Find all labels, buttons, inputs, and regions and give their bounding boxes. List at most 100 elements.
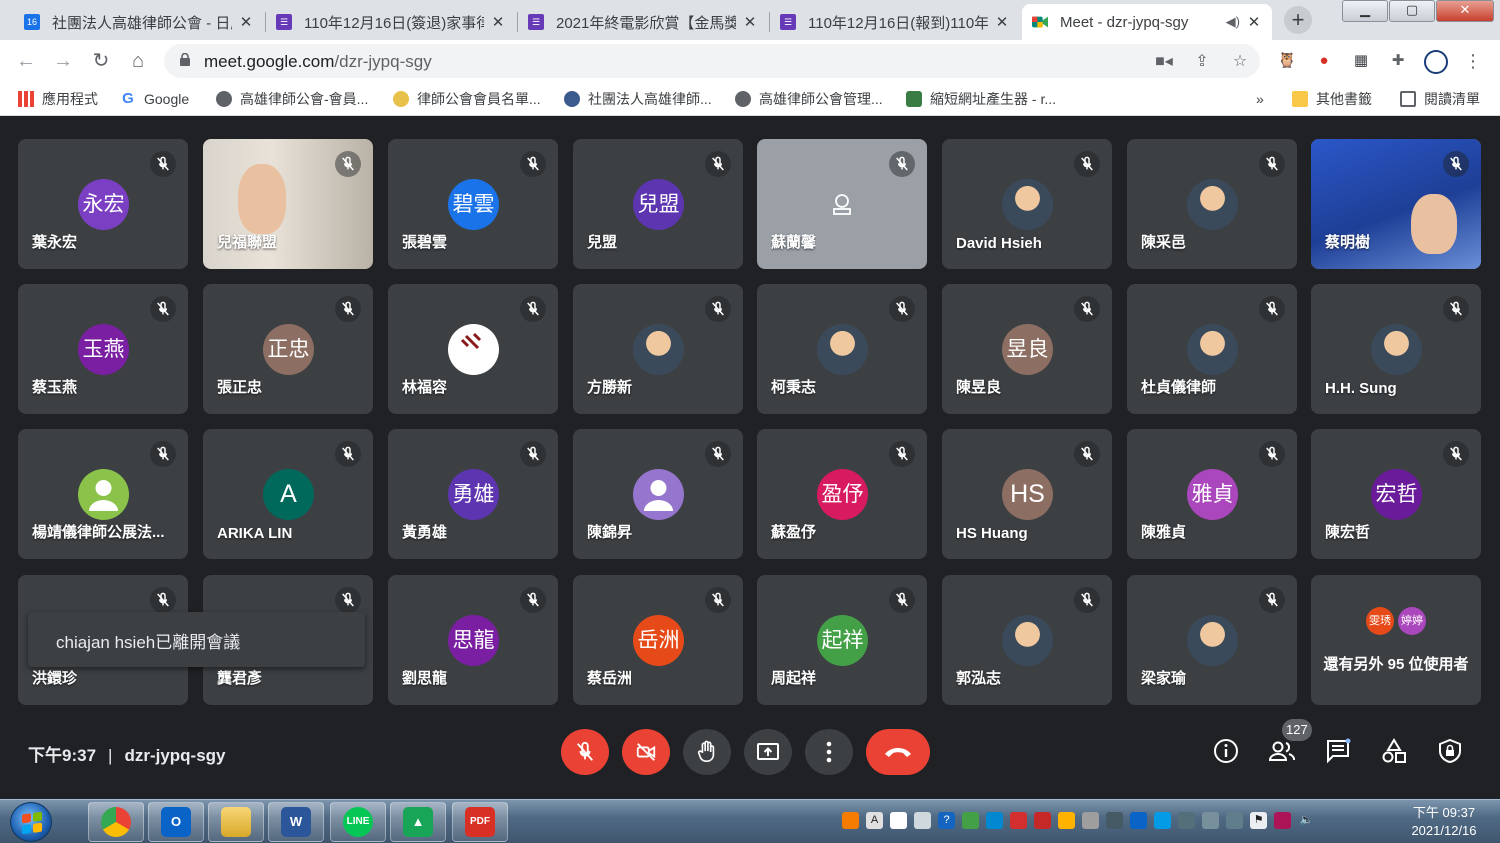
participant-tile[interactable]: HS HS Huang [942, 429, 1112, 559]
participant-tile[interactable]: 兒福聯盟 [203, 139, 373, 269]
taskbar-image-viewer[interactable]: ▲ [390, 802, 446, 842]
tray-icon[interactable] [1178, 812, 1195, 829]
tray-icon[interactable] [914, 812, 931, 829]
tray-icon[interactable] [1106, 812, 1123, 829]
browser-tab[interactable]: ☰ 110年12月16日(報到)110年 ✕ [770, 4, 1020, 40]
participant-tile[interactable]: 方勝新 [573, 284, 743, 414]
participant-tile[interactable]: 雅貞 陳雅貞 [1127, 429, 1297, 559]
system-clock[interactable]: 下午 09:37 2021/12/16 [1398, 804, 1490, 840]
grid-extension-icon[interactable]: ▦ [1350, 50, 1372, 72]
participant-tile[interactable]: 正忠 張正忠 [203, 284, 373, 414]
participant-tile[interactable]: 陳采邑 [1127, 139, 1297, 269]
bookmark-item[interactable]: 縮短網址產生器 - r... [906, 89, 1056, 109]
forward-icon[interactable]: → [51, 49, 75, 73]
reload-icon[interactable]: ↻ [89, 49, 113, 73]
participant-tile[interactable]: 蔡明樹 [1311, 139, 1481, 269]
taskbar-outlook[interactable]: O [148, 802, 204, 842]
browser-tab[interactable]: ☰ 110年12月16日(簽退)家事律 ✕ [266, 4, 516, 40]
maximize-button[interactable]: ▢ [1389, 0, 1435, 22]
mail-icon[interactable] [1058, 812, 1075, 829]
bookmark-star-icon[interactable]: ☆ [1230, 52, 1250, 72]
bookmark-item[interactable]: 高雄律師公會管理... [735, 89, 883, 109]
help-icon[interactable]: ? [938, 812, 955, 829]
more-vert-icon[interactable]: ⋮ [1462, 50, 1484, 72]
close-tab-icon[interactable]: ✕ [994, 13, 1010, 31]
close-tab-icon[interactable]: ✕ [1246, 13, 1262, 31]
participant-tile[interactable]: David Hsieh [942, 139, 1112, 269]
tray-icon[interactable] [1274, 812, 1291, 829]
leave-call-button[interactable] [866, 729, 930, 775]
participant-tile[interactable]: 宏哲 陳宏哲 [1311, 429, 1481, 559]
host-controls-button[interactable] [1432, 733, 1468, 769]
participant-tile[interactable]: 勇雄 黃勇雄 [388, 429, 558, 559]
tray-icon[interactable] [1202, 812, 1219, 829]
participant-tile[interactable]: 玉燕 蔡玉燕 [18, 284, 188, 414]
tray-icon[interactable] [842, 812, 859, 829]
raise-hand-button[interactable] [683, 729, 731, 775]
owl-extension-icon[interactable]: 🦉 [1276, 50, 1298, 72]
participant-tile[interactable]: 楊靖儀律師公展法... [18, 429, 188, 559]
participant-tile[interactable]: 起祥 周起祥 [757, 575, 927, 705]
participant-tile[interactable]: 蘇蘭馨 [757, 139, 927, 269]
taskbar-line[interactable]: LINE [330, 802, 386, 842]
home-icon[interactable]: ⌂ [126, 49, 150, 73]
browser-tab-active[interactable]: Meet - dzr-jypq-sgy ◀) ✕ [1022, 4, 1272, 40]
present-button[interactable] [744, 729, 792, 775]
participant-tile[interactable]: H.H. Sung [1311, 284, 1481, 414]
extensions-puzzle-icon[interactable]: ✚ [1387, 50, 1409, 72]
tray-icon[interactable] [1010, 812, 1027, 829]
outlook-tray-icon[interactable] [1130, 812, 1147, 829]
participant-tile[interactable]: A ARIKA LIN [203, 429, 373, 559]
tray-icon[interactable] [986, 812, 1003, 829]
participant-tile[interactable]: 林福容 [388, 284, 558, 414]
close-tab-icon[interactable]: ✕ [238, 13, 254, 31]
minimize-button[interactable]: ▁ [1342, 0, 1388, 22]
bookmark-item[interactable]: 高雄律師公會-會員... [216, 89, 368, 109]
close-window-button[interactable]: ✕ [1436, 0, 1494, 22]
participant-tile[interactable]: 郭泓志 [942, 575, 1112, 705]
participant-tile[interactable]: 柯秉志 [757, 284, 927, 414]
participant-tile[interactable]: 陳錦昇 [573, 429, 743, 559]
participant-tile[interactable]: 昱良 陳昱良 [942, 284, 1112, 414]
participant-tile[interactable]: 岳洲 蔡岳洲 [573, 575, 743, 705]
participant-tile[interactable]: 杜貞儀律師 [1127, 284, 1297, 414]
camera-off-button[interactable] [622, 729, 670, 775]
close-tab-icon[interactable]: ✕ [490, 13, 506, 31]
tray-icon[interactable] [1082, 812, 1099, 829]
tray-icon[interactable] [962, 812, 979, 829]
reading-list[interactable]: 閱讀清單 [1400, 89, 1480, 109]
browser-tab[interactable]: 16 社團法人高雄律師公會 - 日曆 ✕ [14, 4, 264, 40]
bookmark-apps[interactable]: 應用程式 [18, 89, 98, 109]
bookmark-item[interactable]: 社團法人高雄律師... [564, 89, 712, 109]
other-bookmarks[interactable]: 其他書籤 [1292, 89, 1372, 109]
meeting-info-button[interactable] [1208, 733, 1244, 769]
camera-in-use-icon[interactable]: ■◂ [1154, 52, 1174, 72]
apple-extension-icon[interactable]: ● [1313, 50, 1335, 72]
tray-icon[interactable] [1226, 812, 1243, 829]
mic-off-button[interactable] [561, 729, 609, 775]
tray-icon[interactable] [1034, 812, 1051, 829]
back-icon[interactable]: ← [14, 49, 38, 73]
volume-icon[interactable]: 🔈 [1298, 812, 1315, 829]
meeting-code[interactable]: dzr-jypq-sgy [124, 746, 225, 765]
chat-button[interactable] [1320, 733, 1356, 769]
close-tab-icon[interactable]: ✕ [742, 13, 758, 31]
browser-tab[interactable]: ☰ 2021年終電影欣賞【金馬獎 ✕ [518, 4, 768, 40]
share-icon[interactable]: ⇪ [1192, 52, 1212, 72]
ime-icon[interactable]: A [866, 812, 883, 829]
participant-tile[interactable]: 永宏 葉永宏 [18, 139, 188, 269]
profile-avatar[interactable] [1424, 50, 1448, 74]
participant-tile[interactable]: 盈伃 蘇盈伃 [757, 429, 927, 559]
address-bar[interactable]: meet.google.com/dzr-jypq-sgy ■◂ ⇪ ☆ [164, 44, 1260, 78]
taskbar-chrome[interactable] [88, 802, 144, 842]
more-participants-tile[interactable]: 雯琇 婷婷 還有另外 95 位使用者 [1311, 575, 1481, 705]
more-options-button[interactable] [805, 729, 853, 775]
bookmark-item[interactable]: 律師公會會員名單... [393, 89, 541, 109]
taskbar-word[interactable]: W [268, 802, 324, 842]
audio-playing-icon[interactable]: ◀) [1226, 14, 1240, 30]
participant-tile[interactable]: 碧雲 張碧雲 [388, 139, 558, 269]
taskbar-explorer[interactable] [208, 802, 264, 842]
participant-tile[interactable]: 思龍 劉思龍 [388, 575, 558, 705]
new-tab-button[interactable]: + [1284, 6, 1312, 34]
tray-icon[interactable] [890, 812, 907, 829]
